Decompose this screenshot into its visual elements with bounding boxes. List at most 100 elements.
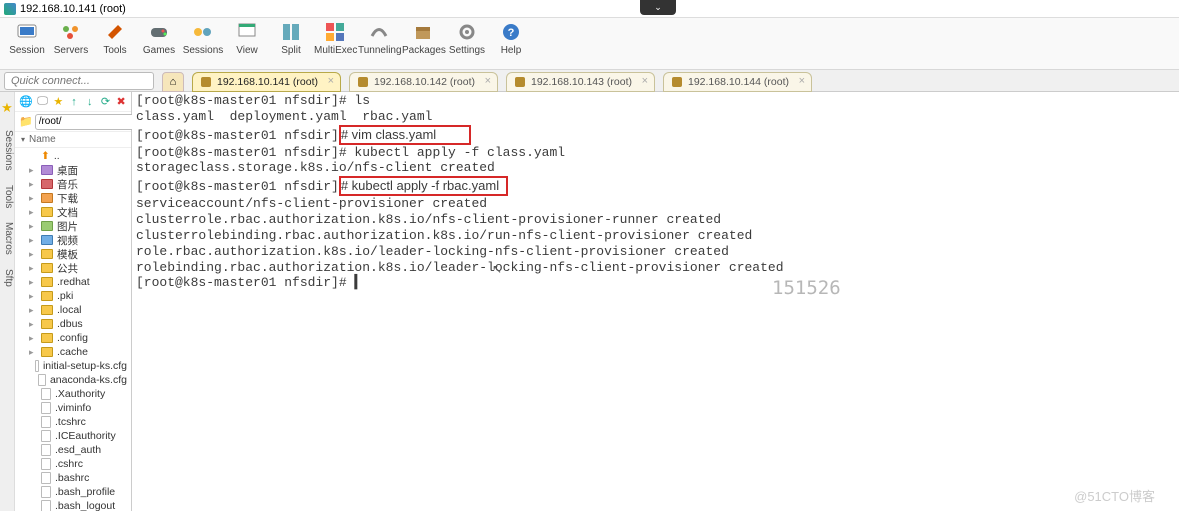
file-item[interactable]: .ICEauthority bbox=[15, 429, 131, 443]
session-button[interactable]: Session bbox=[6, 20, 48, 69]
packages-button[interactable]: Packages bbox=[402, 20, 444, 69]
item-label: .bashrc bbox=[55, 472, 89, 484]
file-icon bbox=[41, 500, 51, 511]
folder-item[interactable]: ▸图片 bbox=[15, 219, 131, 233]
star-icon[interactable]: ★ bbox=[0, 98, 14, 118]
file-tree[interactable]: ⬆..▸桌面▸音乐▸下载▸文档▸图片▸视频▸模板▸公共▸.redhat▸.pki… bbox=[15, 148, 131, 511]
folder-icon bbox=[41, 319, 53, 329]
file-icon bbox=[41, 486, 51, 498]
folder-icon bbox=[41, 179, 53, 189]
tools-button[interactable]: Tools bbox=[94, 20, 136, 69]
item-label: 图片 bbox=[57, 219, 78, 234]
close-icon[interactable]: ✖ bbox=[115, 95, 127, 109]
file-icon bbox=[41, 388, 51, 400]
session-tab[interactable]: 192.168.10.143 (root) bbox=[506, 72, 655, 92]
item-label: .redhat bbox=[57, 276, 90, 288]
home-tab[interactable]: ⌂ bbox=[162, 72, 184, 92]
folder-item[interactable]: ▸桌面 bbox=[15, 163, 131, 177]
session-tab[interactable]: 192.168.10.144 (root) bbox=[663, 72, 812, 92]
column-header-name[interactable]: ▾Name bbox=[15, 132, 131, 148]
highlighted-command: # kubectl apply -f rbac.yaml bbox=[339, 176, 508, 196]
file-item[interactable]: .bashrc bbox=[15, 471, 131, 485]
sessions-button[interactable]: Sessions bbox=[182, 20, 224, 69]
rail-tab-tools[interactable]: Tools bbox=[0, 183, 14, 210]
session-tab[interactable]: 192.168.10.142 (root) bbox=[349, 72, 498, 92]
globe-icon[interactable]: 🌐 bbox=[19, 95, 33, 109]
quick-connect-input[interactable] bbox=[4, 72, 154, 90]
settings-button[interactable]: Settings bbox=[446, 20, 488, 69]
file-icon bbox=[38, 374, 45, 386]
item-label: .ICEauthority bbox=[55, 430, 116, 442]
file-icon bbox=[41, 430, 51, 442]
multiexec-button[interactable]: MultiExec bbox=[314, 20, 356, 69]
folder-icon bbox=[41, 263, 53, 273]
up-arrow-icon[interactable]: ↑ bbox=[68, 95, 80, 109]
view-button[interactable]: View bbox=[226, 20, 268, 69]
item-label: .pki bbox=[57, 290, 73, 302]
file-item[interactable]: anaconda-ks.cfg bbox=[15, 373, 131, 387]
item-label: .bash_profile bbox=[55, 486, 115, 498]
help-icon: ? bbox=[499, 20, 523, 44]
down-arrow-icon[interactable]: ↓ bbox=[84, 95, 96, 109]
rail-tab-sftp[interactable]: Sftp bbox=[0, 267, 14, 289]
item-label: .cache bbox=[57, 346, 88, 358]
session-tab[interactable]: 192.168.10.141 (root) bbox=[192, 72, 341, 92]
collapse-toolbar-chevron[interactable]: ⌄ bbox=[640, 0, 676, 15]
folder-item[interactable]: ▸模板 bbox=[15, 247, 131, 261]
file-item[interactable]: .esd_auth bbox=[15, 443, 131, 457]
file-item[interactable]: .viminfo bbox=[15, 401, 131, 415]
sftp-sidebar: 🌐 🖵 ★ ↑ ↓ ⟳ ✖ 📁 ✓ ▾Name ⬆..▸桌面▸音乐▸下载▸文档▸… bbox=[15, 92, 132, 511]
folder-icon bbox=[41, 249, 53, 259]
folder-up-icon[interactable]: 📁 bbox=[19, 115, 33, 128]
file-item[interactable]: .Xauthority bbox=[15, 387, 131, 401]
games-button[interactable]: Games bbox=[138, 20, 180, 69]
item-label: 文档 bbox=[57, 205, 78, 220]
folder-item[interactable]: ▸.dbus bbox=[15, 317, 131, 331]
folder-item[interactable]: ▸下载 bbox=[15, 191, 131, 205]
item-label: 模板 bbox=[57, 247, 78, 262]
help-button[interactable]: ?Help bbox=[490, 20, 532, 69]
tunneling-button[interactable]: Tunneling bbox=[358, 20, 400, 69]
item-label: 视频 bbox=[57, 233, 78, 248]
games-icon bbox=[147, 20, 171, 44]
file-item[interactable]: .bash_profile bbox=[15, 485, 131, 499]
view-icon bbox=[235, 20, 259, 44]
folder-item[interactable]: ▸视频 bbox=[15, 233, 131, 247]
file-icon bbox=[41, 472, 51, 484]
folder-item[interactable]: ▸文档 bbox=[15, 205, 131, 219]
folder-item[interactable]: ▸公共 bbox=[15, 261, 131, 275]
servers-button[interactable]: Servers bbox=[50, 20, 92, 69]
refresh-icon[interactable]: ⟳ bbox=[100, 95, 112, 109]
star-icon[interactable]: ★ bbox=[52, 95, 64, 109]
folder-item[interactable]: ▸.redhat bbox=[15, 275, 131, 289]
rail-tab-macros[interactable]: Macros bbox=[0, 220, 14, 257]
folder-item[interactable]: ▸.config bbox=[15, 331, 131, 345]
file-item[interactable]: .bash_logout bbox=[15, 499, 131, 511]
item-label: .dbus bbox=[57, 318, 83, 330]
folder-icon bbox=[41, 193, 53, 203]
file-icon bbox=[41, 444, 51, 456]
timestamp-overlay: 151526 bbox=[772, 277, 841, 300]
item-label: .config bbox=[57, 332, 88, 344]
session-icon bbox=[201, 77, 211, 87]
folder-item[interactable]: ▸.cache bbox=[15, 345, 131, 359]
split-icon bbox=[279, 20, 303, 44]
file-icon bbox=[41, 402, 51, 414]
folder-icon bbox=[41, 333, 53, 343]
file-item[interactable]: initial-setup-ks.cfg bbox=[15, 359, 131, 373]
file-item[interactable]: .tcshrc bbox=[15, 415, 131, 429]
item-label: .esd_auth bbox=[55, 444, 101, 456]
folder-item[interactable]: ▸音乐 bbox=[15, 177, 131, 191]
packages-icon bbox=[411, 20, 435, 44]
item-label: 下载 bbox=[57, 191, 78, 206]
folder-item[interactable]: ▸.local bbox=[15, 303, 131, 317]
terminal-output[interactable]: [root@k8s-master01 nfsdir]# ls class.yam… bbox=[132, 92, 1179, 511]
item-label: anaconda-ks.cfg bbox=[50, 374, 127, 386]
monitor-icon[interactable]: 🖵 bbox=[37, 95, 49, 109]
parent-dir[interactable]: ⬆.. bbox=[15, 149, 131, 163]
rail-tab-sessions[interactable]: Sessions bbox=[0, 128, 14, 173]
file-item[interactable]: .cshrc bbox=[15, 457, 131, 471]
split-button[interactable]: Split bbox=[270, 20, 312, 69]
folder-item[interactable]: ▸.pki bbox=[15, 289, 131, 303]
file-icon bbox=[41, 416, 51, 428]
